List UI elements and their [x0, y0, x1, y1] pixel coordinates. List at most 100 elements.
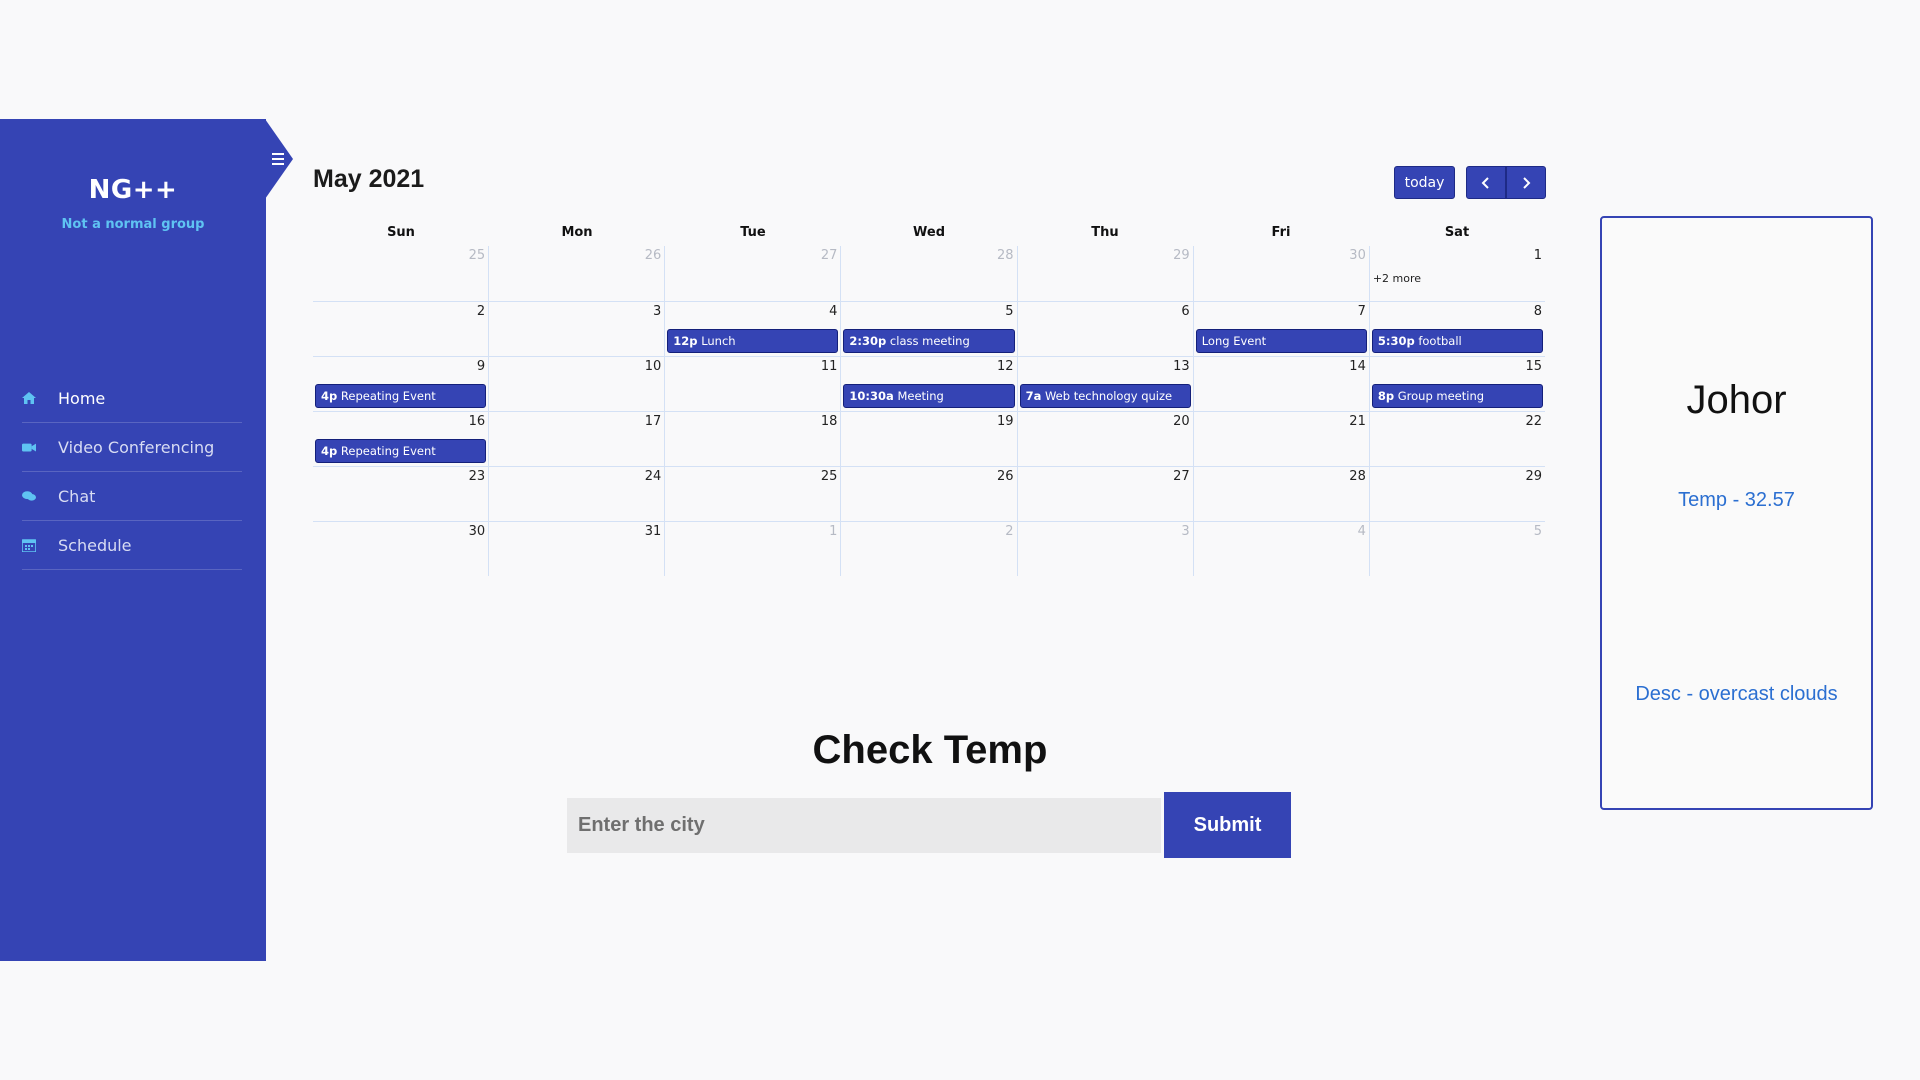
day-number[interactable]: 8 [1534, 304, 1542, 319]
calendar-day-cell[interactable]: 1 +2 more [1368, 246, 1545, 301]
calendar-day-cell[interactable]: 10 [488, 357, 664, 411]
calendar-event[interactable]: 12p Lunch [667, 329, 839, 353]
calendar-day-cell[interactable]: 30 [1192, 246, 1369, 301]
calendar-day-cell[interactable]: 2 [840, 522, 1016, 576]
calendar-day-cell[interactable]: 18 [664, 412, 840, 466]
day-number[interactable]: 14 [1349, 359, 1366, 374]
day-number[interactable]: 4 [1358, 524, 1366, 539]
calendar-event[interactable]: 4p Repeating Event [315, 439, 487, 463]
next-month-button[interactable] [1506, 166, 1546, 199]
day-number[interactable]: 6 [1181, 304, 1189, 319]
calendar-day-cell[interactable]: 3 [1016, 522, 1193, 576]
calendar-day-cell[interactable]: 2 [313, 302, 488, 356]
day-number[interactable]: 15 [1525, 359, 1542, 374]
calendar-event[interactable]: 8p Group meeting [1371, 384, 1543, 408]
day-number[interactable]: 21 [1349, 414, 1366, 429]
today-button[interactable]: today [1394, 166, 1455, 199]
day-number[interactable]: 22 [1525, 414, 1542, 429]
day-number[interactable]: 20 [1173, 414, 1190, 429]
calendar-day-cell[interactable]: 25 [313, 246, 488, 301]
calendar-day-cell[interactable]: 27 [1016, 467, 1193, 521]
calendar-day-cell[interactable]: 16 4p Repeating Event [313, 412, 488, 466]
calendar-day-cell[interactable]: 8 5:30p football [1368, 302, 1545, 356]
calendar-day-cell[interactable]: 11 [664, 357, 840, 411]
sidebar-toggle-button[interactable] [265, 119, 293, 199]
calendar-day-cell[interactable]: 30 [313, 522, 488, 576]
more-events-link[interactable]: +2 more [1373, 272, 1421, 285]
calendar-day-cell[interactable]: 25 [664, 467, 840, 521]
calendar-day-cell[interactable]: 23 [313, 467, 488, 521]
sidebar-item-home[interactable]: Home [22, 374, 242, 423]
calendar-day-cell[interactable]: 14 [1192, 357, 1369, 411]
city-input[interactable] [567, 798, 1161, 853]
calendar-day-cell[interactable]: 7 Long Event [1192, 302, 1369, 356]
calendar-day-cell[interactable]: 3 [488, 302, 664, 356]
calendar-day-cell[interactable]: 4 12p Lunch [664, 302, 840, 356]
calendar-event[interactable]: 10:30a Meeting [843, 384, 1015, 408]
calendar-day-cell[interactable]: 19 [840, 412, 1016, 466]
day-number[interactable]: 5 [1534, 524, 1542, 539]
calendar-day-cell[interactable]: 4 [1192, 522, 1369, 576]
calendar-event[interactable]: 5:30p football [1371, 329, 1543, 353]
calendar-day-cell[interactable]: 29 [1016, 246, 1193, 301]
calendar-day-cell[interactable]: 26 [840, 467, 1016, 521]
day-number[interactable]: 9 [477, 359, 485, 374]
day-number[interactable]: 24 [645, 469, 662, 484]
calendar-day-cell[interactable]: 20 [1016, 412, 1193, 466]
day-number[interactable]: 26 [997, 469, 1014, 484]
day-number[interactable]: 18 [821, 414, 838, 429]
day-number[interactable]: 27 [821, 248, 838, 263]
day-number[interactable]: 25 [821, 469, 838, 484]
day-number[interactable]: 1 [1534, 248, 1542, 263]
calendar-day-cell[interactable]: 12 10:30a Meeting [840, 357, 1016, 411]
day-number[interactable]: 11 [821, 359, 838, 374]
day-number[interactable]: 2 [477, 304, 485, 319]
day-number[interactable]: 26 [645, 248, 662, 263]
calendar-day-cell[interactable]: 28 [1192, 467, 1369, 521]
day-number[interactable]: 28 [997, 248, 1014, 263]
day-number[interactable]: 2 [1005, 524, 1013, 539]
sidebar-item-schedule[interactable]: Schedule [22, 521, 242, 570]
day-number[interactable]: 5 [1005, 304, 1013, 319]
sidebar-item-chat[interactable]: Chat [22, 472, 242, 521]
calendar-day-cell[interactable]: 26 [488, 246, 664, 301]
calendar-day-cell[interactable]: 15 8p Group meeting [1368, 357, 1545, 411]
day-number[interactable]: 28 [1349, 469, 1366, 484]
calendar-day-cell[interactable]: 9 4p Repeating Event [313, 357, 488, 411]
calendar-day-cell[interactable]: 28 [840, 246, 1016, 301]
calendar-event[interactable]: Long Event [1195, 329, 1367, 353]
calendar-day-cell[interactable]: 31 [488, 522, 664, 576]
day-number[interactable]: 23 [469, 469, 486, 484]
calendar-day-cell[interactable]: 5 [1368, 522, 1545, 576]
day-number[interactable]: 30 [469, 524, 486, 539]
day-number[interactable]: 3 [653, 304, 661, 319]
day-number[interactable]: 7 [1358, 304, 1366, 319]
calendar-day-cell[interactable]: 24 [488, 467, 664, 521]
prev-month-button[interactable] [1466, 166, 1506, 199]
day-number[interactable]: 17 [645, 414, 662, 429]
day-number[interactable]: 10 [645, 359, 662, 374]
sidebar-item-video-conferencing[interactable]: Video Conferencing [22, 423, 242, 472]
day-number[interactable]: 12 [997, 359, 1014, 374]
calendar-day-cell[interactable]: 5 2:30p class meeting [840, 302, 1016, 356]
calendar-day-cell[interactable]: 1 [664, 522, 840, 576]
day-number[interactable]: 31 [645, 524, 662, 539]
calendar-day-cell[interactable]: 6 [1016, 302, 1193, 356]
calendar-day-cell[interactable]: 22 [1368, 412, 1545, 466]
day-number[interactable]: 19 [997, 414, 1014, 429]
day-number[interactable]: 13 [1173, 359, 1190, 374]
day-number[interactable]: 1 [829, 524, 837, 539]
day-number[interactable]: 16 [469, 414, 486, 429]
calendar-day-cell[interactable]: 13 7a Web technology quize [1016, 357, 1193, 411]
submit-button[interactable]: Submit [1164, 792, 1291, 858]
day-number[interactable]: 25 [469, 248, 486, 263]
day-number[interactable]: 30 [1349, 248, 1366, 263]
day-number[interactable]: 29 [1173, 248, 1190, 263]
day-number[interactable]: 29 [1525, 469, 1542, 484]
day-number[interactable]: 27 [1173, 469, 1190, 484]
calendar-event[interactable]: 4p Repeating Event [315, 384, 487, 408]
day-number[interactable]: 3 [1181, 524, 1189, 539]
calendar-day-cell[interactable]: 27 [664, 246, 840, 301]
day-number[interactable]: 4 [829, 304, 837, 319]
calendar-day-cell[interactable]: 29 [1368, 467, 1545, 521]
